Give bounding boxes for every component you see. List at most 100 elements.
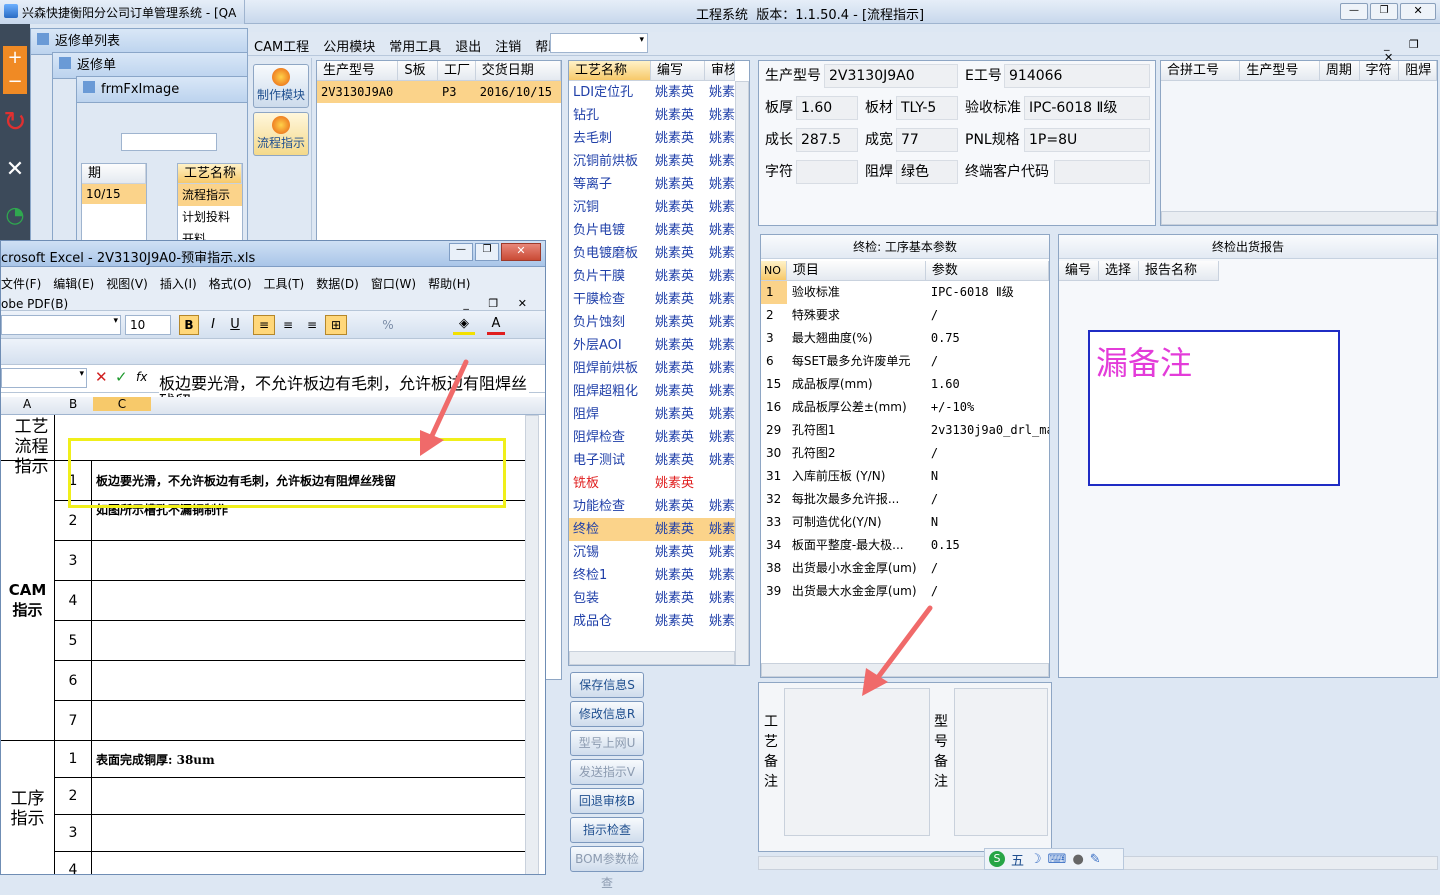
excel-menu-item[interactable]: 工具(T) bbox=[264, 275, 305, 292]
font-color-icon[interactable]: A bbox=[487, 315, 505, 335]
col-header[interactable]: 选择 bbox=[1099, 261, 1139, 281]
align-center-button[interactable]: ≡ bbox=[277, 315, 299, 335]
col-header[interactable]: 编写 bbox=[651, 61, 705, 81]
pnl-field[interactable]: 1P=8U bbox=[1024, 128, 1150, 152]
table-row[interactable]: 沉铜 姚素英 姚素 bbox=[569, 196, 749, 219]
table-row[interactable]: 阻焊超粗化 姚素英 姚素 bbox=[569, 380, 749, 403]
table-row[interactable]: 39 出货最大水金金厚(um) / bbox=[761, 580, 1049, 603]
table-row[interactable]: 等离子 姚素英 姚素 bbox=[569, 173, 749, 196]
action-button-5[interactable]: 指示检查 bbox=[570, 817, 644, 843]
row-text[interactable] bbox=[96, 815, 525, 851]
excel-menu-item[interactable]: 窗口(W) bbox=[371, 275, 416, 292]
col-header[interactable]: 合拼工号 bbox=[1161, 61, 1241, 81]
col-c[interactable]: C bbox=[93, 397, 151, 411]
table-row[interactable]: 包装 姚素英 姚素 bbox=[569, 587, 749, 610]
process-remark-field[interactable] bbox=[784, 688, 930, 836]
row-text[interactable] bbox=[96, 701, 525, 740]
table-row[interactable]: 铣板 姚素英 bbox=[569, 472, 749, 495]
table-row[interactable]: 阻焊前烘板 姚素英 姚素 bbox=[569, 357, 749, 380]
table-row[interactable]: 33 可制造优化(Y/N) N bbox=[761, 511, 1049, 534]
row-text[interactable] bbox=[96, 852, 525, 874]
excel-menu-item[interactable]: 编辑(E) bbox=[53, 275, 94, 292]
col-header[interactable]: 工艺名称 bbox=[569, 61, 651, 81]
table-row[interactable]: LDI定位孔 姚素英 姚素 bbox=[569, 81, 749, 104]
std-field[interactable]: IPC-6018 Ⅱ级 bbox=[1024, 96, 1150, 120]
table-row[interactable]: 电子测试 姚素英 姚素 bbox=[569, 449, 749, 472]
table-row[interactable]: 16 成品板厚公差±(mm) +/-10% bbox=[761, 396, 1049, 419]
font-name-combo[interactable]: ▾ bbox=[1, 315, 121, 335]
table-row[interactable]: 3 bbox=[55, 815, 525, 852]
client-field[interactable] bbox=[1054, 160, 1150, 184]
table-row[interactable]: 32 每批次最多允许报... / bbox=[761, 488, 1049, 511]
table-row[interactable]: 2 特殊要求 / bbox=[761, 304, 1049, 327]
menu-public[interactable]: 公用模块 bbox=[323, 36, 375, 55]
font-size-combo[interactable]: 10 bbox=[125, 315, 171, 335]
excel-vscroll[interactable] bbox=[525, 415, 539, 874]
maximize-button[interactable]: ❐ bbox=[475, 243, 499, 261]
excel-menu-pdf[interactable]: obe PDF(B) bbox=[1, 297, 68, 311]
col-header[interactable]: 周期 bbox=[1319, 61, 1360, 81]
table-row[interactable]: 4 bbox=[55, 581, 525, 621]
table-row[interactable]: 沉锡 姚素英 姚素 bbox=[569, 541, 749, 564]
align-left-button[interactable]: ≡ bbox=[253, 315, 275, 335]
row-text[interactable] bbox=[96, 581, 525, 620]
prod-model-field[interactable]: 2V3130J9A0 bbox=[824, 64, 958, 88]
name-box[interactable]: ▾ bbox=[1, 368, 87, 388]
col-header[interactable]: NO bbox=[761, 261, 787, 281]
table-row[interactable]: 干膜检查 姚素英 姚素 bbox=[569, 288, 749, 311]
e-field[interactable]: 914066 bbox=[1004, 64, 1150, 88]
excel-mdi-controls[interactable]: _ ❐ ✕ bbox=[463, 297, 535, 310]
sec-proc[interactable]: 工序指示 bbox=[1, 741, 55, 874]
table-row[interactable]: 终检1 姚素英 姚素 bbox=[569, 564, 749, 587]
menu-cam[interactable]: CAM工程 bbox=[254, 36, 309, 55]
model-remark-field[interactable] bbox=[954, 688, 1048, 836]
menu-exit[interactable]: 退出 bbox=[455, 36, 481, 55]
plus-icon[interactable]: + − bbox=[3, 46, 27, 94]
table-row[interactable]: 负片电镀 姚素英 姚素 bbox=[569, 219, 749, 242]
col-header[interactable]: 交货日期 bbox=[475, 61, 562, 81]
fximage-combo[interactable] bbox=[121, 133, 217, 151]
table-row[interactable]: 10/15 bbox=[82, 184, 146, 204]
excel-menu-item[interactable]: 帮助(H) bbox=[428, 275, 470, 292]
table-row[interactable]: 38 出货最小水金金厚(um) / bbox=[761, 557, 1049, 580]
horizontal-scrollbar[interactable] bbox=[761, 663, 1049, 677]
table-row[interactable]: 钻孔 姚素英 姚素 bbox=[569, 104, 749, 127]
table-row[interactable]: 阻焊 姚素英 姚素 bbox=[569, 403, 749, 426]
table-row[interactable]: 3 bbox=[55, 541, 525, 581]
material-field[interactable]: TLY-5 bbox=[896, 96, 958, 120]
col-header[interactable]: 工厂 bbox=[438, 61, 476, 81]
action-button-3[interactable]: 发送指示V bbox=[570, 759, 644, 785]
list-item[interactable]: 计划投料 bbox=[178, 206, 242, 228]
nav-make-module[interactable]: 制作模块 bbox=[253, 64, 309, 108]
col-header[interactable]: 期 bbox=[82, 164, 146, 184]
window-controls[interactable]: — ❐ ✕ bbox=[1340, 3, 1436, 20]
excel-menu-item[interactable]: 文件(F) bbox=[1, 275, 41, 292]
col-header[interactable]: 生产型号 bbox=[1240, 61, 1320, 81]
table-row[interactable]: 终检 姚素英 姚素 bbox=[569, 518, 749, 541]
len-field[interactable]: 287.5 bbox=[796, 128, 858, 152]
table-row[interactable]: 15 成品板厚(mm) 1.60 bbox=[761, 373, 1049, 396]
close-button[interactable]: ✕ bbox=[1400, 3, 1436, 20]
action-button-0[interactable]: 保存信息S bbox=[570, 672, 644, 698]
action-button-1[interactable]: 修改信息R bbox=[570, 701, 644, 727]
col-header[interactable]: S板 bbox=[398, 61, 439, 81]
table-row[interactable]: 沉铜前烘板 姚素英 姚素 bbox=[569, 150, 749, 173]
col-header[interactable]: 报告名称 bbox=[1139, 261, 1219, 281]
table-row[interactable]: 29 孔符图1 2v3130j9a0_drl_ma bbox=[761, 419, 1049, 442]
wid-field[interactable]: 77 bbox=[896, 128, 958, 152]
close-button[interactable]: ✕ bbox=[501, 243, 541, 261]
action-button-2[interactable]: 型号上网U bbox=[570, 730, 644, 756]
minimize-button[interactable]: — bbox=[449, 243, 473, 261]
excel-menu-item[interactable]: 视图(V) bbox=[106, 275, 148, 292]
table-row[interactable]: 1 表面完成铜厚: 38um bbox=[55, 741, 525, 778]
table-row[interactable]: 6 bbox=[55, 661, 525, 701]
table-row[interactable]: 4 bbox=[55, 852, 525, 874]
char-field[interactable] bbox=[796, 160, 858, 184]
ime-tray[interactable]: S 五 ☽ ⌨ ● ✎ bbox=[984, 848, 1124, 870]
confirm-icon[interactable]: ✓ bbox=[115, 368, 128, 386]
align-right-button[interactable]: ≡ bbox=[301, 315, 323, 335]
excel-menu-item[interactable]: 数据(D) bbox=[316, 275, 359, 292]
table-row[interactable]: 30 孔符图2 / bbox=[761, 442, 1049, 465]
sec-cam[interactable]: CAM指示 bbox=[1, 461, 55, 741]
action-button-6[interactable]: BOM参数检查 bbox=[570, 846, 644, 890]
